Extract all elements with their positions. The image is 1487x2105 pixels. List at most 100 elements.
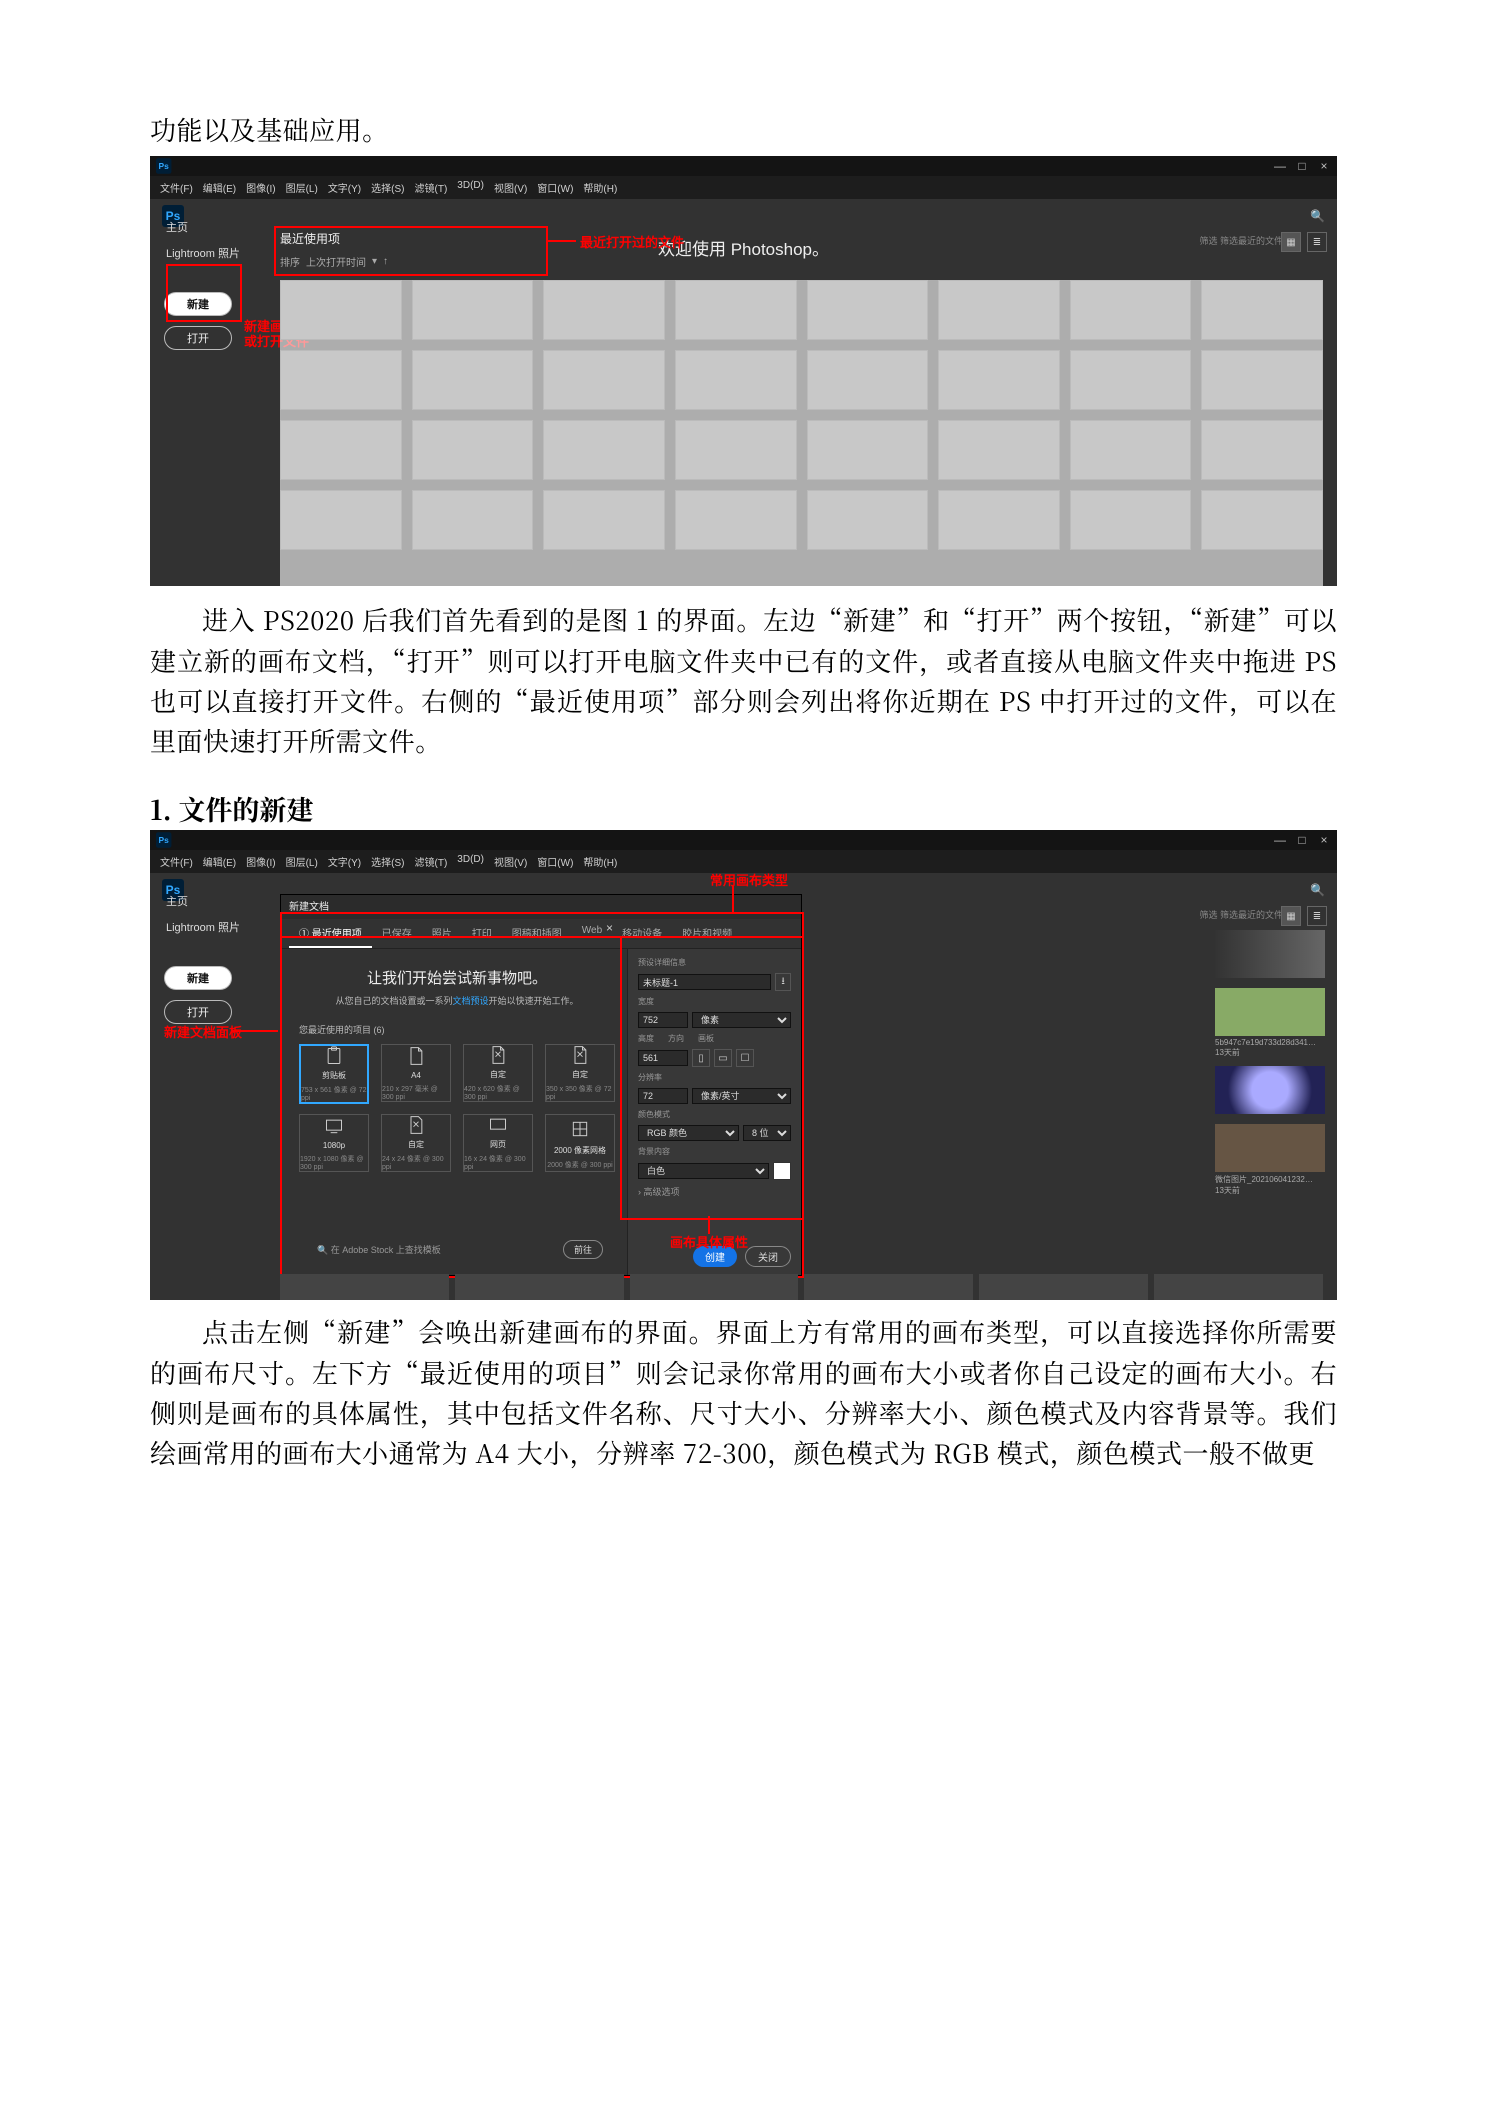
list-item[interactable]	[412, 280, 534, 340]
tab-film[interactable]: 胶片和视频	[672, 919, 742, 948]
bg-color-swatch[interactable]	[773, 1162, 791, 1180]
menu-window[interactable]: 窗口(W)	[537, 854, 573, 869]
list-item[interactable]	[675, 420, 797, 480]
height-input[interactable]	[638, 1050, 688, 1066]
orientation-landscape-icon[interactable]: ▭	[714, 1049, 732, 1067]
list-item[interactable]	[1215, 1066, 1325, 1116]
close-icon[interactable]: ×	[1317, 159, 1331, 173]
open-button[interactable]: 打开	[164, 1000, 232, 1024]
view-list-icon[interactable]: ≣	[1307, 906, 1327, 926]
width-unit-select[interactable]: 像素	[692, 1012, 791, 1028]
list-item[interactable]	[938, 490, 1060, 550]
list-item[interactable]	[1070, 420, 1192, 480]
list-item[interactable]	[1070, 350, 1192, 410]
list-item[interactable]	[1201, 490, 1323, 550]
resolution-input[interactable]	[638, 1088, 688, 1104]
list-item[interactable]	[807, 350, 929, 410]
sidebar-item-home[interactable]: 主页	[164, 216, 242, 238]
list-item[interactable]	[412, 350, 534, 410]
minimize-icon[interactable]: —	[1273, 833, 1287, 847]
menu-3d[interactable]: 3D(D)	[457, 854, 484, 869]
list-item[interactable]	[938, 420, 1060, 480]
menu-view[interactable]: 视图(V)	[494, 180, 527, 195]
recent-thumbnails[interactable]	[280, 280, 1323, 586]
list-item[interactable]	[1201, 420, 1323, 480]
tab-print[interactable]: 打印	[462, 919, 502, 948]
menu-edit[interactable]: 编辑(E)	[203, 854, 236, 869]
dialog-close-icon[interactable]: ×	[606, 921, 613, 935]
maximize-icon[interactable]: □	[1295, 833, 1309, 847]
save-preset-icon[interactable]: ⭳	[775, 973, 791, 991]
doc-preset-link[interactable]: 文档预设	[452, 996, 488, 1006]
stock-search[interactable]: 🔍 在 Adobe Stock 上查找模板	[317, 1243, 441, 1256]
preset-item[interactable]: 1080p1920 x 1080 像素 @ 300 ppi	[299, 1114, 369, 1172]
list-item[interactable]	[280, 490, 402, 550]
sidebar-item-lightroom[interactable]: Lightroom 照片	[164, 916, 242, 938]
list-item[interactable]	[412, 420, 534, 480]
preset-item[interactable]: 剪贴板753 x 561 像素 @ 72 ppi	[299, 1044, 369, 1104]
list-item[interactable]	[280, 420, 402, 480]
doc-name-input[interactable]	[638, 974, 771, 990]
preset-item[interactable]: 自定24 x 24 像素 @ 300 ppi	[381, 1114, 451, 1172]
new-button[interactable]: 新建	[164, 292, 232, 316]
menu-filter[interactable]: 滤镜(T)	[415, 180, 448, 195]
menu-select[interactable]: 选择(S)	[371, 180, 404, 195]
preset-item[interactable]: 2000 像素网格2000 像素 @ 300 ppi	[545, 1114, 615, 1172]
preset-item[interactable]: 网页16 x 24 像素 @ 300 ppi	[463, 1114, 533, 1172]
tab-saved[interactable]: 已保存	[372, 919, 422, 948]
bg-select[interactable]: 白色	[638, 1163, 769, 1179]
list-item[interactable]	[1215, 930, 1325, 980]
window-controls[interactable]: — □ ×	[1273, 833, 1331, 847]
list-item[interactable]	[280, 280, 402, 340]
menu-view[interactable]: 视图(V)	[494, 854, 527, 869]
menu-layer[interactable]: 图层(L)	[286, 180, 318, 195]
list-item[interactable]	[675, 490, 797, 550]
sidebar-item-lightroom[interactable]: Lightroom 照片	[164, 242, 242, 264]
menu-edit[interactable]: 编辑(E)	[203, 180, 236, 195]
tab-photo[interactable]: 照片	[422, 919, 462, 948]
menu-type[interactable]: 文字(Y)	[328, 180, 361, 195]
menu-file[interactable]: 文件(F)	[160, 180, 193, 195]
menu-image[interactable]: 图像(I)	[246, 180, 275, 195]
list-item[interactable]	[280, 350, 402, 410]
view-list-icon[interactable]: ≣	[1307, 232, 1327, 252]
list-item[interactable]: 5b947c7e19d733d28d341… 13天前	[1215, 988, 1325, 1058]
preset-item[interactable]: 自定420 x 620 像素 @ 300 ppi	[463, 1044, 533, 1102]
color-mode-select[interactable]: RGB 颜色	[638, 1125, 739, 1141]
menu-filter[interactable]: 滤镜(T)	[415, 854, 448, 869]
advanced-options-toggle[interactable]: › 高级选项	[638, 1185, 791, 1198]
new-button[interactable]: 新建	[164, 966, 232, 990]
preset-item[interactable]: A4210 x 297 毫米 @ 300 ppi	[381, 1044, 451, 1102]
list-item[interactable]	[1070, 280, 1192, 340]
menu-help[interactable]: 帮助(H)	[583, 854, 617, 869]
list-item[interactable]	[1201, 280, 1323, 340]
list-item[interactable]	[938, 280, 1060, 340]
menu-window[interactable]: 窗口(W)	[537, 180, 573, 195]
menu-type[interactable]: 文字(Y)	[328, 854, 361, 869]
close-button[interactable]: 关闭	[745, 1246, 791, 1267]
tab-mobile[interactable]: 移动设备	[612, 919, 672, 948]
sidebar-item-home[interactable]: 主页	[164, 890, 242, 912]
list-item[interactable]	[807, 420, 929, 480]
list-item[interactable]	[1070, 490, 1192, 550]
sort-dir-icon[interactable]: ↑	[383, 256, 388, 267]
list-item[interactable]	[675, 280, 797, 340]
close-icon[interactable]: ×	[1317, 833, 1331, 847]
artboard-checkbox[interactable]: ☐	[736, 1049, 754, 1067]
search-icon[interactable]	[1310, 883, 1325, 897]
list-item[interactable]	[675, 350, 797, 410]
sort-value[interactable]: 上次打开时间	[306, 254, 366, 269]
menu-layer[interactable]: 图层(L)	[286, 854, 318, 869]
list-item[interactable]	[938, 350, 1060, 410]
minimize-icon[interactable]: —	[1273, 159, 1287, 173]
view-grid-icon[interactable]: ▦	[1281, 906, 1301, 926]
menu-3d[interactable]: 3D(D)	[457, 180, 484, 195]
dialog-tabs[interactable]: ① 最近使用项 已保存 照片 打印 图稿和插图 Web 移动设备 胶片和视频	[281, 919, 801, 949]
width-input[interactable]	[638, 1012, 688, 1028]
maximize-icon[interactable]: □	[1295, 159, 1309, 173]
menubar[interactable]: 文件(F) 编辑(E) 图像(I) 图层(L) 文字(Y) 选择(S) 滤镜(T…	[150, 176, 1337, 199]
search-icon[interactable]	[1310, 209, 1325, 223]
tab-recent[interactable]: ① 最近使用项	[289, 919, 372, 948]
list-item[interactable]	[807, 490, 929, 550]
menu-select[interactable]: 选择(S)	[371, 854, 404, 869]
